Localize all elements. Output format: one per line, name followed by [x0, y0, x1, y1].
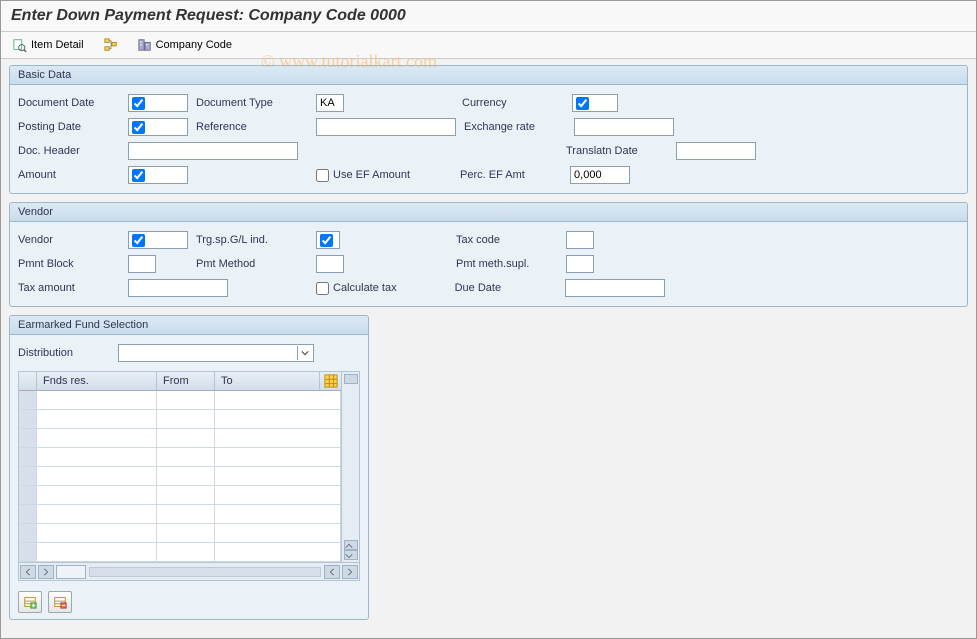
company-code-icon: [138, 38, 152, 52]
tree-icon: [104, 38, 118, 52]
scroll-right-icon: [38, 565, 54, 579]
pmt-method-field[interactable]: [316, 255, 344, 273]
pmt-meth-supl-label: Pmt meth.supl.: [456, 258, 566, 270]
reference-label: Reference: [196, 121, 316, 133]
company-code-label: Company Code: [156, 39, 232, 51]
chevron-down-icon: [297, 346, 311, 360]
doc-header-field[interactable]: [128, 142, 298, 160]
use-ef-amount-checkbox[interactable]: Use EF Amount: [316, 169, 410, 182]
calculate-tax-label: Calculate tax: [333, 282, 397, 294]
add-row-icon: [23, 595, 37, 609]
use-ef-amount-label: Use EF Amount: [333, 169, 410, 181]
fund-grid: Fnds res. From To: [18, 371, 360, 563]
document-type-field[interactable]: [316, 94, 344, 112]
posting-date-field[interactable]: [128, 118, 188, 136]
calculate-tax-checkbox[interactable]: Calculate tax: [316, 282, 397, 295]
hscroll-thumb[interactable]: [56, 565, 86, 579]
tax-amount-field[interactable]: [128, 279, 228, 297]
grid-vscroll[interactable]: [341, 372, 359, 562]
translatn-date-field[interactable]: [676, 142, 756, 160]
table-row[interactable]: [19, 467, 341, 486]
delete-row-button[interactable]: [48, 591, 72, 613]
currency-field[interactable]: [572, 94, 618, 112]
table-row[interactable]: [19, 524, 341, 543]
table-row[interactable]: [19, 410, 341, 429]
scroll-left-icon: [20, 565, 36, 579]
exchange-rate-field[interactable]: [574, 118, 674, 136]
grid-selector-header[interactable]: [19, 372, 37, 390]
table-row[interactable]: [19, 486, 341, 505]
table-row[interactable]: [19, 448, 341, 467]
col-to[interactable]: To: [215, 372, 319, 390]
due-date-label: Due Date: [455, 282, 565, 294]
toolbar: Item Detail Company Code: [1, 32, 976, 59]
col-fnds-res[interactable]: Fnds res.: [37, 372, 157, 390]
table-row[interactable]: [19, 391, 341, 410]
scroll-right2-icon: [342, 565, 358, 579]
tax-code-field[interactable]: [566, 231, 594, 249]
pmt-method-label: Pmt Method: [196, 258, 316, 270]
translatn-date-label: Translatn Date: [566, 145, 676, 157]
grid-config-button[interactable]: [319, 372, 341, 390]
amount-label: Amount: [18, 169, 128, 181]
amount-field[interactable]: [128, 166, 188, 184]
pmt-meth-supl-field[interactable]: [566, 255, 594, 273]
due-date-field[interactable]: [565, 279, 665, 297]
vendor-group: Vendor Vendor Trg.sp.G/L ind. Tax code P…: [9, 202, 968, 307]
table-settings-icon: [324, 374, 338, 388]
item-detail-label: Item Detail: [31, 39, 84, 51]
company-code-button[interactable]: Company Code: [134, 36, 236, 54]
tax-code-label: Tax code: [456, 234, 566, 246]
vendor-field[interactable]: [128, 231, 188, 249]
perc-ef-field[interactable]: [570, 166, 630, 184]
document-date-label: Document Date: [18, 97, 128, 109]
pmnt-block-label: Pmnt Block: [18, 258, 128, 270]
tax-amount-label: Tax amount: [18, 282, 128, 294]
earmarked-fund-group: Earmarked Fund Selection Distribution Fn…: [9, 315, 369, 620]
trg-spgl-field[interactable]: [316, 231, 340, 249]
grid-hscroll[interactable]: [18, 563, 360, 581]
vendor-label: Vendor: [18, 234, 128, 246]
item-detail-button[interactable]: Item Detail: [9, 36, 88, 54]
pmnt-block-field[interactable]: [128, 255, 156, 273]
exchange-rate-label: Exchange rate: [464, 121, 574, 133]
trg-spgl-label: Trg.sp.G/L ind.: [196, 234, 316, 246]
col-from[interactable]: From: [157, 372, 215, 390]
table-row[interactable]: [19, 429, 341, 448]
table-row[interactable]: [19, 505, 341, 524]
scroll-up-icon: [344, 374, 358, 384]
scroll-up-arrow-icon: [344, 540, 358, 550]
vendor-title: Vendor: [10, 203, 967, 222]
page-title: Enter Down Payment Request: Company Code…: [1, 1, 976, 32]
document-date-field[interactable]: [128, 94, 188, 112]
scroll-down-arrow-icon: [344, 550, 358, 560]
earmarked-fund-title: Earmarked Fund Selection: [10, 316, 368, 335]
reference-field[interactable]: [316, 118, 456, 136]
doc-header-label: Doc. Header: [18, 145, 128, 157]
detail-icon: [13, 38, 27, 52]
document-type-label: Document Type: [196, 97, 316, 109]
delete-row-icon: [53, 595, 67, 609]
basic-data-group: Basic Data Document Date Document Type C…: [9, 65, 968, 194]
table-row[interactable]: [19, 543, 341, 562]
basic-data-title: Basic Data: [10, 66, 967, 85]
perc-ef-label: Perc. EF Amt: [460, 169, 570, 181]
add-row-button[interactable]: [18, 591, 42, 613]
distribution-dropdown[interactable]: [118, 344, 314, 362]
distribution-label: Distribution: [18, 347, 118, 359]
currency-label: Currency: [462, 97, 572, 109]
scroll-left2-icon: [324, 565, 340, 579]
tree-button[interactable]: [100, 36, 122, 54]
posting-date-label: Posting Date: [18, 121, 128, 133]
grid-body: [19, 391, 341, 562]
